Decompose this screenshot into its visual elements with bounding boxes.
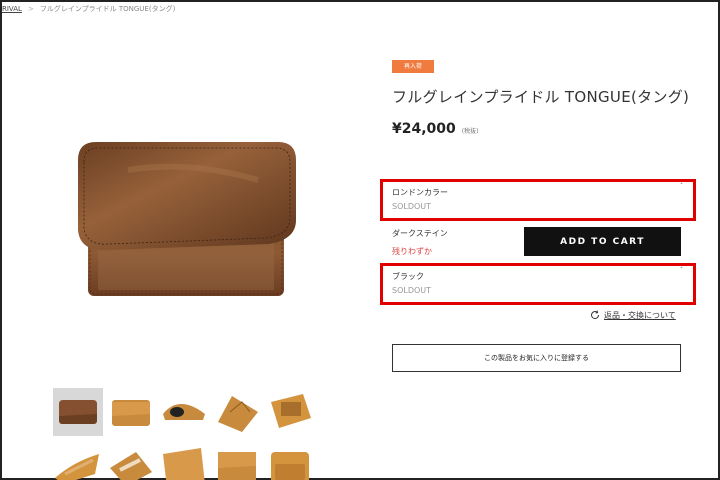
product-price: ¥24,000 (税抜) <box>392 121 478 137</box>
tax-note: (税抜) <box>461 128 479 135</box>
caret-up-icon: ˆ <box>680 267 683 274</box>
thumbnail-9[interactable] <box>212 444 262 480</box>
refresh-icon <box>591 310 600 320</box>
thumbnail-1[interactable] <box>53 388 103 436</box>
variant-dark-stain-name: ダークステイン <box>392 229 448 238</box>
variant-london-color[interactable]: ロンドンカラー SOLDOUT ˆ <box>380 179 696 221</box>
thumbnail-7[interactable] <box>106 444 156 480</box>
variant-name: ロンドンカラー <box>392 188 448 197</box>
variant-black[interactable]: ブラック SOLDOUT ˆ <box>380 263 696 305</box>
variant-status: SOLDOUT <box>392 286 432 295</box>
restock-badge: 再入荷 <box>392 60 434 73</box>
variant-status: SOLDOUT <box>392 202 432 211</box>
breadcrumb-link[interactable]: RIVAL <box>2 5 22 13</box>
variant-dark-stain-status: 残りわずか <box>392 247 432 256</box>
product-title: フルグレインプライドル TONGUE(タング) <box>392 88 690 106</box>
breadcrumb-separator: > <box>27 5 34 13</box>
thumbnail-3[interactable] <box>159 388 209 436</box>
return-exchange-label: 返品・交換について <box>604 311 676 320</box>
breadcrumb-current: フルグレインプライドル TONGUE(タング) <box>39 5 176 13</box>
thumbnail-2[interactable] <box>106 388 156 436</box>
thumbnail-6[interactable] <box>53 444 103 480</box>
caret-up-icon: ˆ <box>680 183 683 190</box>
breadcrumb: RIVAL > フルグレインプライドル TONGUE(タング) <box>2 4 175 14</box>
main-product-image[interactable] <box>18 60 350 370</box>
thumbnail-4[interactable] <box>212 388 262 436</box>
add-to-cart-button[interactable]: ADD TO CART <box>524 227 681 256</box>
add-favorite-button[interactable]: この製品をお気に入りに登録する <box>392 344 681 372</box>
thumbnail-10[interactable] <box>265 444 315 480</box>
wallet-image <box>78 142 296 296</box>
thumbnail-8[interactable] <box>159 444 209 480</box>
return-exchange-link[interactable]: 返品・交換について <box>590 310 676 321</box>
price-value: ¥24,000 <box>392 121 456 137</box>
thumbnail-5[interactable] <box>265 388 315 436</box>
variant-name: ブラック <box>392 272 424 281</box>
